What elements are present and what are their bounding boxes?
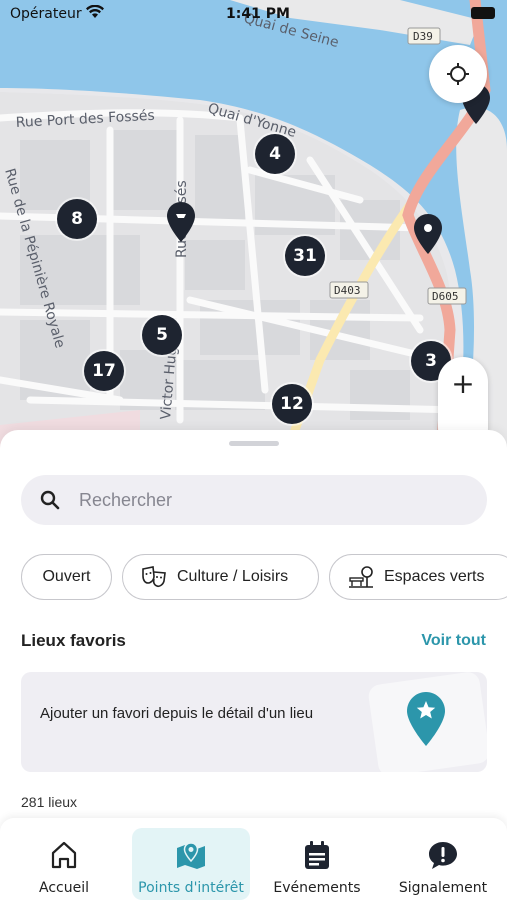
filter-chip-label: Ouvert	[42, 568, 91, 585]
search-icon	[21, 490, 79, 510]
favorites-title: Lieux favoris	[21, 631, 126, 650]
places-count: 281 lieux	[21, 794, 78, 810]
tab-label: Evénements	[273, 880, 361, 896]
filter-chip-open[interactable]: Ouvert	[21, 554, 112, 600]
map-pin-icon[interactable]	[167, 202, 195, 242]
status-bar: Opérateur 1:41 PM	[0, 0, 507, 30]
tab-label: Points d'intérêt	[138, 880, 244, 896]
cluster-marker[interactable]: 17	[84, 351, 124, 391]
filter-chip-label: Espaces verts	[384, 568, 485, 585]
map-view[interactable]: Quai de Seine Rue Port des Fossés Quai d…	[0, 0, 507, 470]
tab-events[interactable]: Evénements	[258, 828, 376, 900]
tab-label: Signalement	[398, 880, 488, 896]
home-icon	[49, 834, 79, 870]
wifi-icon	[86, 5, 104, 18]
cluster-marker[interactable]: 4	[255, 134, 295, 174]
map-pin-icon[interactable]	[414, 214, 442, 254]
theater-masks-icon	[141, 566, 167, 588]
clock: 1:41 PM	[226, 6, 290, 22]
locate-me-button[interactable]	[429, 45, 487, 103]
road-badge-d39: D39	[413, 30, 433, 43]
search-bar[interactable]	[21, 475, 487, 525]
cluster-marker[interactable]: 8	[57, 199, 97, 239]
see-all-favorites-link[interactable]: Voir tout	[421, 632, 486, 650]
filter-chip-label: Culture / Loisirs	[177, 568, 289, 585]
tab-label: Accueil	[39, 880, 89, 896]
road-badge-d403: D403	[334, 284, 361, 297]
cluster-marker[interactable]: 31	[285, 236, 325, 276]
favorite-pin-icon	[407, 692, 445, 746]
favorites-empty-text: Ajouter un favori depuis le détail d'un …	[40, 705, 314, 722]
favorites-empty-card: Ajouter un favori depuis le détail d'un …	[21, 672, 487, 772]
cluster-marker[interactable]: 12	[272, 384, 312, 424]
sheet-grabber[interactable]	[229, 441, 279, 446]
crosshair-icon	[447, 63, 469, 85]
road-badge-d605: D605	[432, 290, 459, 303]
park-bench-icon	[348, 565, 374, 589]
battery-icon	[471, 7, 495, 19]
tab-home[interactable]: Accueil	[5, 828, 123, 900]
filter-chip-green-spaces[interactable]: Espaces verts	[329, 554, 507, 600]
map-pin-icon	[175, 834, 207, 870]
tab-report[interactable]: Signalement	[384, 828, 502, 900]
alert-bubble-icon	[427, 834, 459, 870]
filter-chips: Ouvert Culture / Loisirs Espaces verts	[21, 554, 507, 600]
carrier-label: Opérateur	[10, 6, 82, 22]
tab-points-of-interest[interactable]: Points d'intérêt	[132, 828, 250, 900]
tab-bar: Accueil Points d'intérêt Evénements Sign…	[0, 818, 507, 900]
cluster-marker[interactable]: 5	[142, 315, 182, 355]
calendar-icon	[303, 834, 331, 870]
zoom-in-button[interactable]: +	[451, 367, 474, 400]
filter-chip-culture[interactable]: Culture / Loisirs	[122, 554, 319, 600]
search-input[interactable]	[79, 489, 459, 511]
